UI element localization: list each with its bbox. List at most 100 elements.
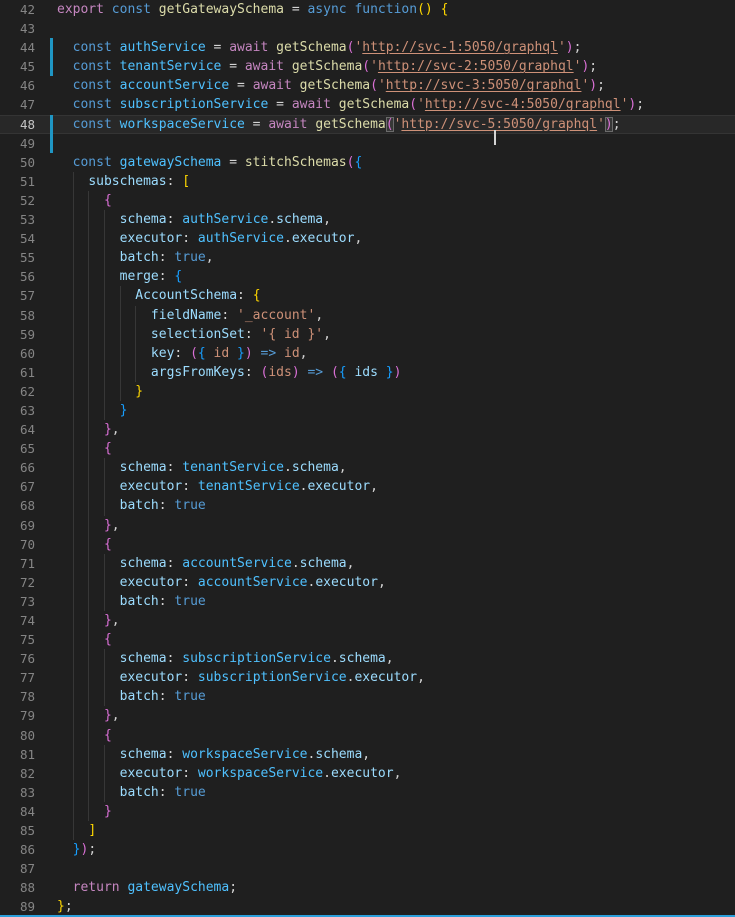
line-number[interactable]: 66 bbox=[0, 458, 35, 477]
code-line[interactable]: 46 const accountService = await getSchem… bbox=[0, 76, 735, 95]
code-line[interactable]: 72 executor: accountService.executor, bbox=[0, 573, 735, 592]
line-number[interactable]: 52 bbox=[0, 191, 35, 210]
code-line[interactable]: 70 { bbox=[0, 535, 735, 554]
code-line[interactable]: 75 { bbox=[0, 630, 735, 649]
line-number[interactable]: 78 bbox=[0, 687, 35, 706]
line-number[interactable]: 51 bbox=[0, 172, 35, 191]
line-number[interactable]: 62 bbox=[0, 382, 35, 401]
line-number[interactable]: 88 bbox=[0, 878, 35, 897]
code-line[interactable]: 86 }); bbox=[0, 840, 735, 859]
line-number[interactable]: 49 bbox=[0, 134, 35, 153]
line-number[interactable]: 46 bbox=[0, 76, 35, 95]
code-line[interactable]: 44 const authService = await getSchema('… bbox=[0, 38, 735, 57]
code-line[interactable]: 87 bbox=[0, 859, 735, 878]
code-line[interactable]: 83 batch: true bbox=[0, 783, 735, 802]
line-number[interactable]: 73 bbox=[0, 592, 35, 611]
code-editor[interactable]: 42export const getGatewaySchema = async … bbox=[0, 0, 735, 917]
code-line[interactable]: 84 } bbox=[0, 802, 735, 821]
code-line[interactable]: 88 return gatewaySchema; bbox=[0, 878, 735, 897]
code-line[interactable]: 54 executor: authService.executor, bbox=[0, 229, 735, 248]
code-line[interactable]: 80 { bbox=[0, 726, 735, 745]
line-number[interactable]: 54 bbox=[0, 229, 35, 248]
line-number[interactable]: 81 bbox=[0, 745, 35, 764]
code-line[interactable]: 48 const workspaceService = await getSch… bbox=[0, 115, 735, 134]
line-number[interactable]: 89 bbox=[0, 897, 35, 916]
line-number[interactable]: 60 bbox=[0, 344, 35, 363]
code-line[interactable]: 66 schema: tenantService.schema, bbox=[0, 458, 735, 477]
url-link[interactable]: http://svc-2:5050/graphql bbox=[378, 59, 574, 74]
code-line[interactable]: 89}; bbox=[0, 897, 735, 916]
line-number[interactable]: 43 bbox=[0, 19, 35, 38]
line-number[interactable]: 77 bbox=[0, 668, 35, 687]
line-number[interactable]: 47 bbox=[0, 95, 35, 114]
line-number[interactable]: 45 bbox=[0, 57, 35, 76]
code-line[interactable]: 63 } bbox=[0, 401, 735, 420]
code-line[interactable]: 73 batch: true bbox=[0, 592, 735, 611]
line-number[interactable]: 75 bbox=[0, 630, 35, 649]
line-number[interactable]: 50 bbox=[0, 153, 35, 172]
line-number[interactable]: 57 bbox=[0, 286, 35, 305]
line-number[interactable]: 71 bbox=[0, 554, 35, 573]
code-line[interactable]: 52 { bbox=[0, 191, 735, 210]
code-line[interactable]: 62 } bbox=[0, 382, 735, 401]
code-line[interactable]: 68 batch: true bbox=[0, 496, 735, 515]
line-number[interactable]: 70 bbox=[0, 535, 35, 554]
code-line[interactable]: 43 bbox=[0, 19, 735, 38]
line-number[interactable]: 63 bbox=[0, 401, 35, 420]
code-line[interactable]: 45 const tenantService = await getSchema… bbox=[0, 57, 735, 76]
line-number[interactable]: 72 bbox=[0, 573, 35, 592]
code-line[interactable]: 53 schema: authService.schema, bbox=[0, 210, 735, 229]
code-line[interactable]: 71 schema: accountService.schema, bbox=[0, 554, 735, 573]
code-line[interactable]: 79 }, bbox=[0, 706, 735, 725]
code-line[interactable]: 64 }, bbox=[0, 420, 735, 439]
code-line[interactable]: 76 schema: subscriptionService.schema, bbox=[0, 649, 735, 668]
url-link[interactable]: http://svc-4:5050/graphql bbox=[425, 97, 621, 112]
line-number[interactable]: 68 bbox=[0, 496, 35, 515]
line-number[interactable]: 79 bbox=[0, 706, 35, 725]
line-number[interactable]: 82 bbox=[0, 764, 35, 783]
line-number[interactable]: 56 bbox=[0, 267, 35, 286]
line-number[interactable]: 83 bbox=[0, 783, 35, 802]
url-link[interactable]: http://svc-5 bbox=[401, 117, 495, 132]
code-line[interactable]: 57 AccountSchema: { bbox=[0, 286, 735, 305]
code-line[interactable]: 47 const subscriptionService = await get… bbox=[0, 95, 735, 114]
line-number[interactable]: 87 bbox=[0, 859, 35, 878]
code-line[interactable]: 56 merge: { bbox=[0, 267, 735, 286]
line-number[interactable]: 44 bbox=[0, 38, 35, 57]
line-number[interactable]: 59 bbox=[0, 325, 35, 344]
line-number[interactable]: 64 bbox=[0, 420, 35, 439]
code-line[interactable]: 58 fieldName: '_account', bbox=[0, 306, 735, 325]
code-line[interactable]: 59 selectionSet: '{ id }', bbox=[0, 325, 735, 344]
line-number[interactable]: 48 bbox=[0, 115, 35, 134]
code-line[interactable]: 42export const getGatewaySchema = async … bbox=[0, 0, 735, 19]
line-number[interactable]: 80 bbox=[0, 726, 35, 745]
line-number[interactable]: 84 bbox=[0, 802, 35, 821]
line-number[interactable]: 65 bbox=[0, 439, 35, 458]
line-number[interactable]: 74 bbox=[0, 611, 35, 630]
line-number[interactable]: 42 bbox=[0, 0, 35, 19]
url-link[interactable]: http://svc-3:5050/graphql bbox=[386, 78, 582, 93]
code-line[interactable]: 67 executor: tenantService.executor, bbox=[0, 477, 735, 496]
code-line[interactable]: 61 argsFromKeys: (ids) => ({ ids }) bbox=[0, 363, 735, 382]
code-line[interactable]: 65 { bbox=[0, 439, 735, 458]
code-line[interactable]: 78 batch: true bbox=[0, 687, 735, 706]
code-line[interactable]: 82 executor: workspaceService.executor, bbox=[0, 764, 735, 783]
code-line[interactable]: 60 key: ({ id }) => id, bbox=[0, 344, 735, 363]
code-line[interactable]: 51 subschemas: [ bbox=[0, 172, 735, 191]
line-number[interactable]: 86 bbox=[0, 840, 35, 859]
code-line[interactable]: 77 executor: subscriptionService.executo… bbox=[0, 668, 735, 687]
code-line[interactable]: 55 batch: true, bbox=[0, 248, 735, 267]
code-line[interactable]: 50 const gatewaySchema = stitchSchemas({ bbox=[0, 153, 735, 172]
line-number[interactable]: 69 bbox=[0, 516, 35, 535]
code-line[interactable]: 74 }, bbox=[0, 611, 735, 630]
code-line[interactable]: 69 }, bbox=[0, 516, 735, 535]
line-number[interactable]: 61 bbox=[0, 363, 35, 382]
line-number[interactable]: 58 bbox=[0, 306, 35, 325]
url-link[interactable]: :5050/graphql bbox=[495, 117, 597, 132]
line-number[interactable]: 53 bbox=[0, 210, 35, 229]
code-line[interactable]: 85 ] bbox=[0, 821, 735, 840]
code-line[interactable]: 81 schema: workspaceService.schema, bbox=[0, 745, 735, 764]
line-number[interactable]: 55 bbox=[0, 248, 35, 267]
line-number[interactable]: 67 bbox=[0, 477, 35, 496]
line-number[interactable]: 76 bbox=[0, 649, 35, 668]
